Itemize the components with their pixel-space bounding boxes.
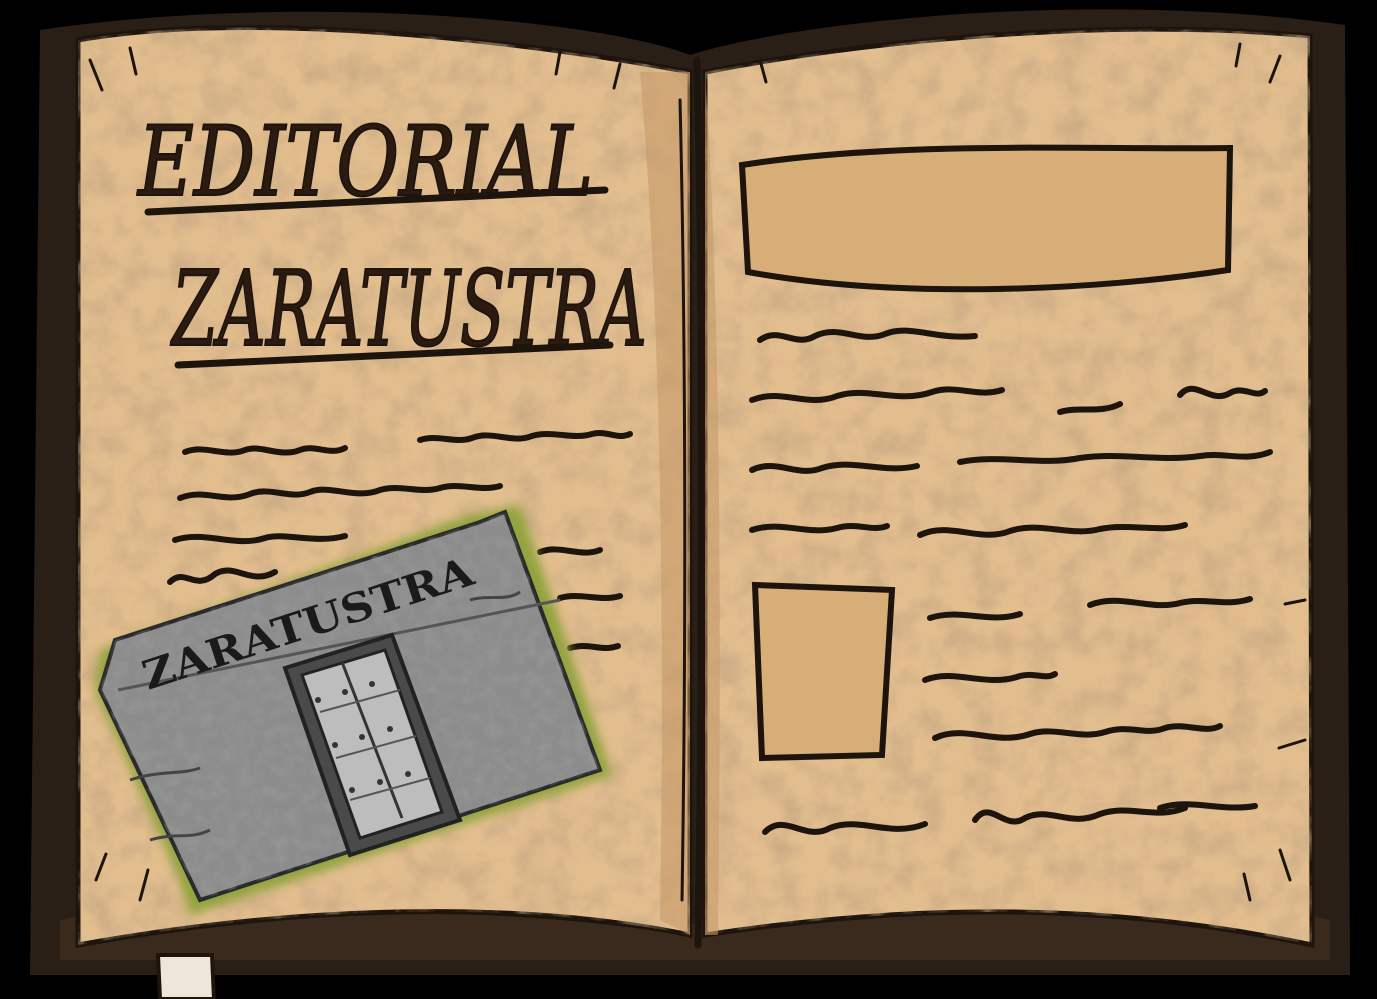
right-page-picture-box [751, 581, 896, 762]
book-canvas: EDITORIAL ZARATUSTRA ZARATUSTRA [30, 9, 1350, 999]
right-page-banner [738, 144, 1234, 293]
open-book-illustration: EDITORIAL ZARATUSTRA ZARATUSTRA [0, 0, 1377, 999]
bookmark-ribbon [155, 953, 217, 999]
